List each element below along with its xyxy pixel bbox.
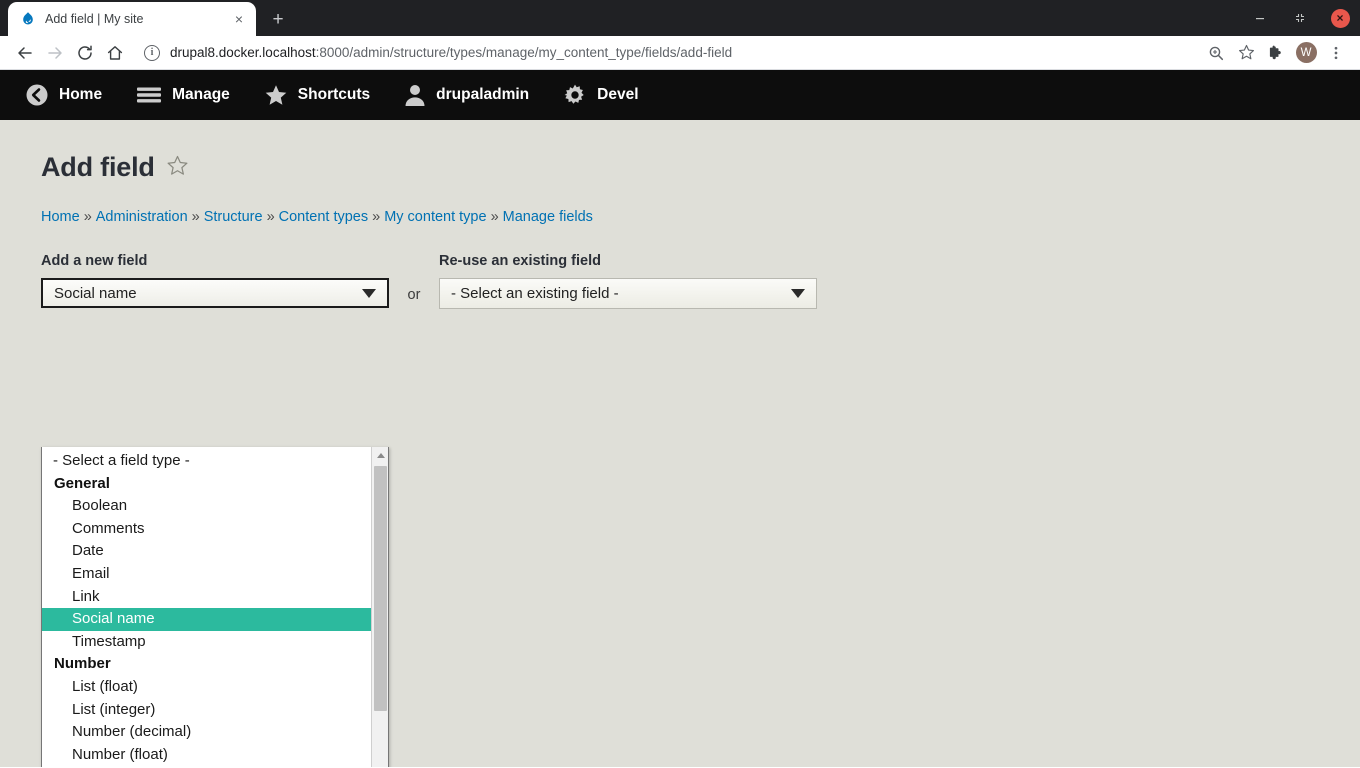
chevron-down-icon	[791, 289, 805, 298]
toolbar-item-manage[interactable]: Manage	[119, 70, 247, 120]
dropdown-group-label: Number	[54, 655, 111, 673]
or-separator: or	[407, 287, 421, 303]
tab-strip: Add field | My site × + ×	[0, 0, 1360, 36]
close-icon[interactable]: ×	[230, 10, 248, 28]
dropdown-option[interactable]: - Select a field type -	[42, 450, 371, 473]
dropdown-option[interactable]: Timestamp	[42, 631, 371, 654]
existing-field-value: - Select an existing field -	[451, 285, 619, 302]
profile-avatar[interactable]: W	[1292, 39, 1320, 67]
url-host: drupal8.docker.localhost	[170, 45, 316, 60]
toolbar-icons: W	[1202, 39, 1350, 67]
breadcrumb-item-manage-fields[interactable]: Manage fields	[503, 209, 593, 225]
scroll-up-icon[interactable]	[372, 447, 388, 464]
back-circle-icon	[25, 83, 49, 107]
hamburger-icon	[136, 83, 162, 107]
drupal-droplet-icon	[20, 11, 36, 27]
toolbar-item-label: Devel	[597, 86, 639, 103]
dropdown-option[interactable]: Date	[42, 540, 371, 563]
existing-field-column: Re-use an existing field - Select an exi…	[439, 253, 817, 309]
url-text: drupal8.docker.localhost:8000/admin/stru…	[170, 45, 732, 60]
toolbar-item-label: Shortcuts	[297, 86, 371, 103]
maximize-button[interactable]	[1280, 0, 1320, 36]
dropdown-scrollbar[interactable]	[371, 447, 388, 767]
dropdown-option[interactable]: Email	[42, 563, 371, 586]
dropdown-option[interactable]: List (float)	[42, 676, 371, 699]
dropdown-option[interactable]: Number (float)	[42, 744, 371, 767]
breadcrumb-separator: »	[83, 209, 92, 225]
window-controls: ×	[1240, 0, 1360, 36]
toolbar-item-user[interactable]: drupaladmin	[387, 70, 546, 120]
existing-field-select[interactable]: - Select an existing field -	[439, 278, 817, 309]
dropdown-option[interactable]: Link	[42, 586, 371, 609]
dropdown-options: - Select a field type - General Boolean Com…	[42, 447, 371, 767]
url-path: :8000/admin/structure/types/manage/my_co…	[315, 45, 733, 60]
star-outline-icon[interactable]	[166, 154, 189, 182]
site-info-icon[interactable]: i	[144, 44, 160, 61]
avatar-initial: W	[1295, 42, 1317, 63]
breadcrumb-separator: »	[490, 209, 499, 225]
toolbar-item-devel[interactable]: Devel	[546, 70, 655, 120]
browser-tab[interactable]: Add field | My site ×	[8, 2, 256, 36]
existing-field-label: Re-use an existing field	[439, 253, 601, 269]
dropdown-option[interactable]: List (integer)	[42, 699, 371, 722]
dropdown-option[interactable]: Number (integer)	[42, 766, 371, 767]
bookmark-star-icon[interactable]	[1232, 39, 1260, 67]
new-field-type-select[interactable]: Social name	[41, 278, 389, 308]
breadcrumb-item-home[interactable]: Home	[41, 209, 80, 225]
dropdown-option[interactable]: Number (decimal)	[42, 721, 371, 744]
scrollbar-thumb[interactable]	[374, 466, 387, 711]
tab-title: Add field | My site	[45, 12, 144, 26]
field-type-dropdown-list[interactable]: - Select a field type - General Boolean Com…	[41, 447, 389, 767]
breadcrumb-item-content-types[interactable]: Content types	[279, 209, 368, 225]
close-icon: ×	[1330, 8, 1350, 28]
dropdown-option[interactable]: Comments	[42, 518, 371, 541]
chrome-menu-icon[interactable]	[1322, 39, 1350, 67]
breadcrumb-separator: »	[266, 209, 275, 225]
page-title: Add field	[41, 152, 155, 182]
window-close-button[interactable]: ×	[1320, 0, 1360, 36]
forward-button[interactable]	[40, 39, 70, 67]
dropdown-option[interactable]: Boolean	[42, 495, 371, 518]
person-icon	[404, 83, 426, 107]
toolbar-item-label: Home	[59, 86, 103, 103]
toolbar-item-label: drupaladmin	[436, 86, 530, 103]
address-bar[interactable]: i drupal8.docker.localhost:8000/admin/st…	[140, 40, 1196, 66]
chevron-down-icon	[362, 288, 376, 298]
toolbar-item-shortcuts[interactable]: Shortcuts	[247, 70, 387, 120]
new-field-label: Add a new field	[41, 253, 148, 269]
toolbar-item-home[interactable]: Home	[8, 70, 119, 120]
new-field-column: Add a new field Social name	[41, 253, 389, 308]
breadcrumb: Home» Administration» Structure» Content ty…	[0, 183, 1360, 225]
reload-button[interactable]	[70, 39, 100, 67]
browser-window: Add field | My site × + × i drupal8.dock…	[0, 0, 1360, 768]
browser-toolbar: i drupal8.docker.localhost:8000/admin/st…	[0, 36, 1360, 70]
zoom-icon[interactable]	[1202, 39, 1230, 67]
breadcrumb-item-my-content-type[interactable]: My content type	[384, 209, 486, 225]
back-button[interactable]	[10, 39, 40, 67]
minimize-button[interactable]	[1240, 0, 1280, 36]
toolbar-item-label: Manage	[172, 86, 230, 103]
extensions-puzzle-icon[interactable]	[1262, 39, 1290, 67]
gear-icon	[563, 83, 587, 107]
page-content: Add field Home» Administration» Structure»…	[0, 120, 1360, 767]
breadcrumb-separator: »	[372, 209, 381, 225]
breadcrumb-separator: »	[191, 209, 200, 225]
star-icon	[264, 83, 288, 107]
drupal-admin-toolbar: Home Manage Shortcuts drupaladmin Devel	[0, 70, 1360, 120]
add-field-form: Add a new field Social name or Re-use an…	[0, 225, 1360, 309]
new-tab-button[interactable]: +	[264, 5, 292, 33]
breadcrumb-item-administration[interactable]: Administration	[96, 209, 188, 225]
dropdown-group-label: General	[54, 474, 110, 492]
home-button[interactable]	[100, 39, 130, 67]
breadcrumb-item-structure[interactable]: Structure	[204, 209, 263, 225]
dropdown-option[interactable]: Social name	[42, 608, 371, 631]
page-header: Add field	[0, 120, 1360, 183]
new-field-type-value: Social name	[54, 284, 137, 302]
